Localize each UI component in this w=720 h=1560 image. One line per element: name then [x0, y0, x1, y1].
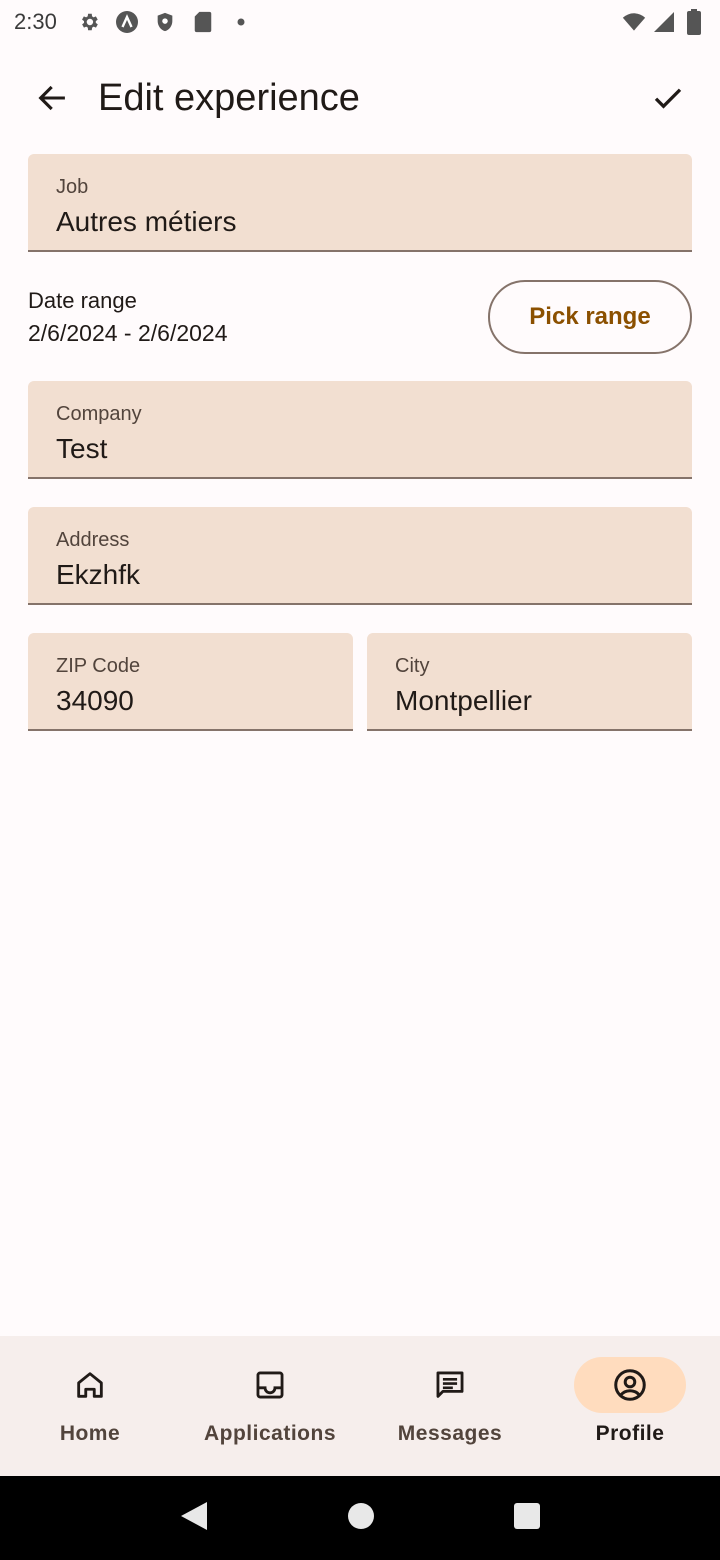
circle-home-icon [347, 1502, 374, 1529]
date-range-label: Date range [28, 288, 137, 313]
nav-item-messages[interactable]: Messages [360, 1336, 540, 1476]
account-circle-icon [614, 1369, 646, 1401]
zip-code-field-value: 34090 [56, 685, 134, 716]
app-a-icon [115, 10, 139, 34]
job-field-value: Autres métiers [56, 206, 237, 237]
date-range-value: 2/6/2024 - 2/6/2024 [28, 320, 228, 346]
city-field[interactable]: City Montpellier [367, 633, 692, 731]
nav-item-applications[interactable]: Applications [180, 1336, 360, 1476]
inbox-icon [256, 1371, 284, 1399]
company-field-label: Company [56, 403, 142, 425]
settings-icon [77, 10, 101, 34]
system-back-button[interactable] [179, 1500, 209, 1537]
square-recents-icon [514, 1502, 541, 1529]
save-button[interactable] [644, 74, 692, 122]
signal-icon [652, 10, 676, 34]
nav-label-profile: Profile [595, 1422, 665, 1445]
city-field-label: City [395, 655, 430, 677]
job-field[interactable]: Job Autres métiers [28, 154, 692, 252]
back-button[interactable] [28, 74, 76, 122]
status-bar: 2:30 [0, 0, 720, 44]
address-field-value: Ekzhfk [56, 559, 141, 590]
zip-code-field-label: ZIP Code [56, 655, 141, 677]
bottom-navigation: Home Applications Messages Profile [0, 1336, 720, 1476]
status-time: 2:30 [14, 9, 57, 34]
pick-range-button[interactable]: Pick range [488, 280, 692, 354]
company-field[interactable]: Company Test [28, 381, 692, 479]
company-field-value: Test [56, 433, 108, 464]
shield-icon [153, 10, 177, 34]
home-icon [77, 1372, 103, 1398]
sd-card-icon [191, 10, 215, 34]
dot-icon [229, 10, 253, 34]
system-navigation-bar [0, 1476, 720, 1560]
top-app-bar: Edit experience [0, 56, 720, 140]
message-icon [436, 1371, 464, 1398]
battery-icon [682, 9, 706, 35]
city-field-value: Montpellier [395, 685, 532, 716]
wifi-icon [622, 10, 646, 34]
nav-label-home: Home [59, 1422, 121, 1445]
nav-label-messages: Messages [397, 1422, 503, 1445]
arrow-back-icon [38, 85, 65, 111]
nav-label-applications: Applications [203, 1422, 336, 1445]
job-field-label: Job [56, 176, 89, 198]
page-title: Edit experience [98, 77, 360, 119]
nav-item-profile[interactable]: Profile [540, 1336, 720, 1476]
address-field[interactable]: Address Ekzhfk [28, 507, 692, 605]
check-icon [654, 88, 682, 109]
nav-item-home[interactable]: Home [0, 1336, 180, 1476]
triangle-back-icon [180, 1501, 207, 1530]
system-home-button[interactable] [346, 1501, 376, 1536]
address-field-label: Address [56, 529, 130, 551]
system-recents-button[interactable] [513, 1502, 541, 1535]
zip-code-field[interactable]: ZIP Code 34090 [28, 633, 353, 731]
